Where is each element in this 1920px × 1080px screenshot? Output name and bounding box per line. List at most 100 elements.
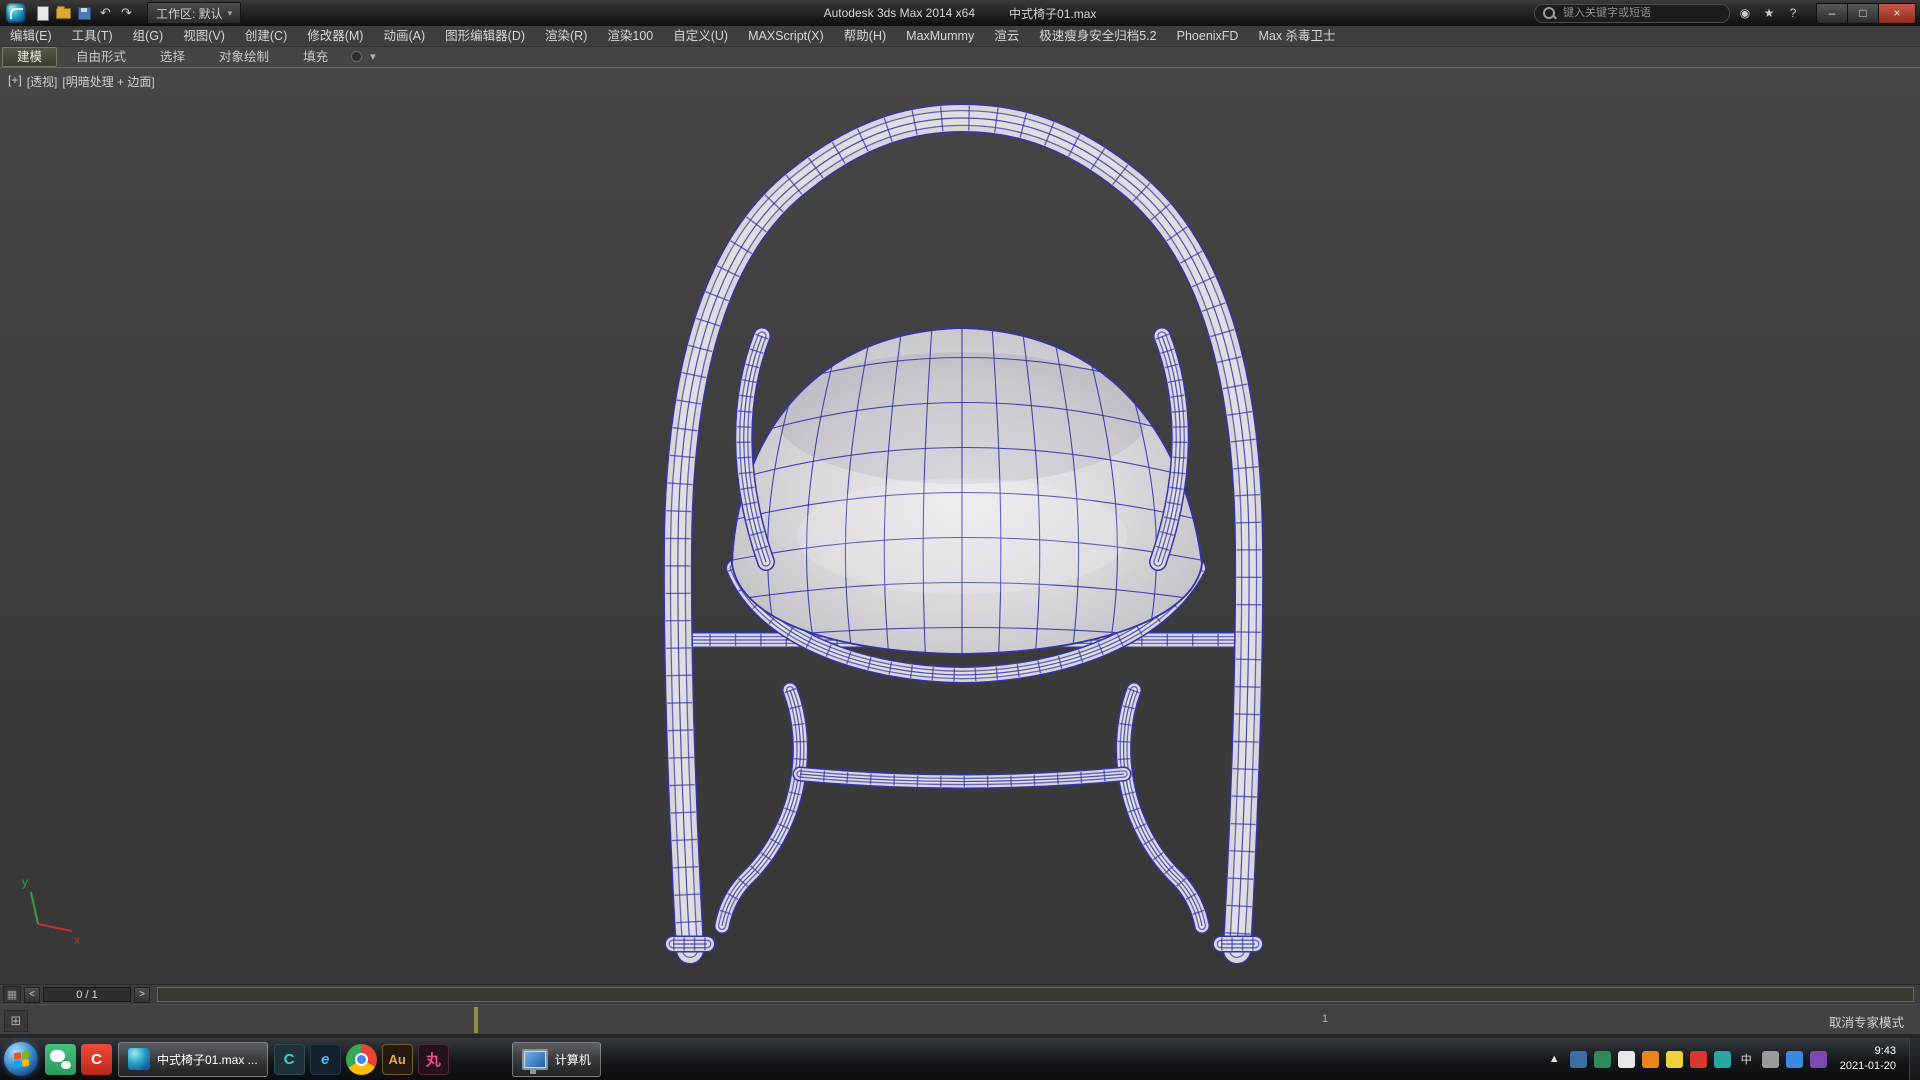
tray-overflow-icon[interactable]: ▲ bbox=[1546, 1051, 1563, 1068]
time-slider-row: ▦ < 0 / 1 > bbox=[0, 984, 1920, 1004]
title-bar: ↶ ↷ 工作区: 默认 ▾ Autodesk 3ds Max 2014 x64 … bbox=[0, 0, 1920, 26]
svg-text:x: x bbox=[74, 933, 80, 947]
audition-icon[interactable]: Au bbox=[382, 1044, 413, 1075]
search-icon bbox=[1543, 7, 1555, 19]
tray-icon[interactable] bbox=[1762, 1051, 1779, 1068]
viewport-menu-shading[interactable]: [明暗处理 + 边面] bbox=[62, 73, 154, 90]
clock-date: 2021-01-20 bbox=[1840, 1059, 1896, 1074]
time-slider-track[interactable] bbox=[157, 987, 1914, 1002]
viewport-menu-general[interactable]: [+] bbox=[8, 73, 22, 90]
search-input[interactable] bbox=[1561, 6, 1695, 20]
windows-flag-icon bbox=[14, 1050, 29, 1067]
tray-icon[interactable] bbox=[1690, 1051, 1707, 1068]
app-logo-icon[interactable] bbox=[6, 3, 26, 23]
tray-icon[interactable] bbox=[1786, 1051, 1803, 1068]
previous-frame-button[interactable]: < bbox=[24, 987, 40, 1003]
show-desktop-button[interactable] bbox=[1909, 1038, 1920, 1080]
internet-explorer-icon[interactable]: e bbox=[310, 1044, 341, 1075]
menu-edit[interactable]: 编辑(E) bbox=[0, 26, 62, 46]
ribbon-tab-bar: 建模 自由形式 选择 对象绘制 填充 ▾ bbox=[0, 46, 1920, 68]
wechat-icon[interactable] bbox=[45, 1044, 76, 1075]
ime-language-icon[interactable]: 中 bbox=[1738, 1051, 1755, 1068]
tray-icon[interactable] bbox=[1618, 1051, 1635, 1068]
track-bar[interactable]: ⊞ 1 取消专家模式 bbox=[0, 1004, 1920, 1035]
taskbar-computer-label: 计算机 bbox=[555, 1051, 591, 1068]
favorites-star-icon[interactable]: ★ bbox=[1760, 4, 1778, 22]
taskbar-clock[interactable]: 9:43 2021-01-20 bbox=[1840, 1044, 1896, 1075]
menu-help[interactable]: 帮助(H) bbox=[834, 26, 896, 46]
frame-indicator[interactable]: 0 / 1 bbox=[43, 987, 131, 1002]
menu-renderyun[interactable]: 渲云 bbox=[984, 26, 1029, 46]
world-axis-gizmo: xy bbox=[22, 875, 80, 947]
menu-tools[interactable]: 工具(T) bbox=[62, 26, 123, 46]
menu-views[interactable]: 视图(V) bbox=[173, 26, 235, 46]
document-title: 中式椅子01.max bbox=[1009, 5, 1096, 22]
menu-maxmummy[interactable]: MaxMummy bbox=[896, 26, 984, 46]
infocenter-search[interactable] bbox=[1534, 4, 1730, 23]
track-bar-marker[interactable] bbox=[474, 1007, 478, 1033]
taskbar-3dsmax-button[interactable]: 中式椅子01.max ... bbox=[118, 1042, 268, 1077]
menu-archive[interactable]: 极速瘦身安全归档5.2 bbox=[1029, 26, 1166, 46]
taskbar-computer-button[interactable]: 计算机 bbox=[512, 1042, 601, 1077]
close-button[interactable]: × bbox=[1879, 3, 1916, 24]
next-frame-button[interactable]: > bbox=[134, 987, 150, 1003]
menu-customize[interactable]: 自定义(U) bbox=[663, 26, 738, 46]
tab-object-paint[interactable]: 对象绘制 bbox=[204, 47, 284, 67]
start-button[interactable] bbox=[4, 1042, 38, 1076]
chevron-down-icon: ▾ bbox=[228, 8, 233, 19]
menu-graph-editors[interactable]: 图形编辑器(D) bbox=[435, 26, 535, 46]
tab-freeform[interactable]: 自由形式 bbox=[61, 47, 141, 67]
window-controls: – □ × bbox=[1816, 3, 1916, 24]
menu-maxscript[interactable]: MAXScript(X) bbox=[738, 26, 834, 46]
chevron-down-icon[interactable]: ▾ bbox=[370, 50, 376, 63]
svg-text:y: y bbox=[22, 875, 28, 889]
tray-icon[interactable] bbox=[1570, 1051, 1587, 1068]
menu-create[interactable]: 创建(C) bbox=[235, 26, 297, 46]
help-icon[interactable]: ? bbox=[1784, 4, 1802, 22]
workspace-dropdown[interactable]: 工作区: 默认 ▾ bbox=[147, 2, 241, 24]
computer-icon bbox=[522, 1049, 548, 1070]
isolate-toggle-icon[interactable]: ⊞ bbox=[4, 1010, 28, 1032]
wan-app-icon[interactable]: 丸 bbox=[418, 1044, 449, 1075]
maximize-button[interactable]: □ bbox=[1848, 3, 1879, 24]
menu-bar: 编辑(E) 工具(T) 组(G) 视图(V) 创建(C) 修改器(M) 动画(A… bbox=[0, 26, 1920, 47]
viewport-menu-pov[interactable]: [透视] bbox=[27, 73, 58, 90]
menu-antivirus[interactable]: Max 杀毒卫士 bbox=[1248, 26, 1345, 46]
teal-app-icon[interactable]: C bbox=[274, 1044, 305, 1075]
tab-modeling[interactable]: 建模 bbox=[2, 47, 57, 67]
perspective-viewport[interactable]: [+] [透视] [明暗处理 + 边面] xy bbox=[0, 68, 1920, 984]
community-icon[interactable]: ◉ bbox=[1736, 4, 1754, 22]
chair-wireframe-model[interactable]: xy bbox=[0, 68, 1920, 984]
windows-taskbar: C 中式椅子01.max ... C e Au 丸 计算机 ▲ 中 9:43 2… bbox=[0, 1038, 1920, 1080]
taskbar-3dsmax-label: 中式椅子01.max ... bbox=[157, 1051, 258, 1068]
undo-icon[interactable]: ↶ bbox=[97, 5, 114, 21]
menu-group[interactable]: 组(G) bbox=[123, 26, 174, 46]
redo-icon[interactable]: ↷ bbox=[118, 5, 135, 21]
chrome-icon[interactable] bbox=[346, 1044, 377, 1075]
tray-icon[interactable] bbox=[1642, 1051, 1659, 1068]
track-bar-tick-label: 1 bbox=[1322, 1013, 1328, 1025]
menu-animation[interactable]: 动画(A) bbox=[373, 26, 435, 46]
grid-toggle-icon[interactable]: ▦ bbox=[3, 986, 21, 1003]
tray-icon[interactable] bbox=[1810, 1051, 1827, 1068]
save-icon[interactable] bbox=[76, 5, 93, 21]
workspace-label: 工作区: 默认 bbox=[156, 5, 223, 22]
menu-rendering[interactable]: 渲染(R) bbox=[535, 26, 597, 46]
open-file-icon[interactable] bbox=[55, 5, 72, 21]
tab-populate[interactable]: 填充 bbox=[288, 47, 343, 67]
ribbon-toggle-icon[interactable] bbox=[351, 51, 362, 62]
red-app-icon[interactable]: C bbox=[81, 1044, 112, 1075]
tray-icon[interactable] bbox=[1666, 1051, 1683, 1068]
tray-icon[interactable] bbox=[1714, 1051, 1731, 1068]
menu-render100[interactable]: 渲染100 bbox=[597, 26, 663, 46]
app-title: Autodesk 3ds Max 2014 x64 bbox=[824, 6, 975, 20]
clock-time: 9:43 bbox=[1840, 1044, 1896, 1059]
new-file-icon[interactable] bbox=[34, 5, 51, 21]
minimize-button[interactable]: – bbox=[1816, 3, 1848, 24]
menu-phoenixfd[interactable]: PhoenixFD bbox=[1167, 26, 1249, 46]
cancel-expert-mode-button[interactable]: 取消专家模式 bbox=[1829, 1012, 1904, 1031]
menu-modifiers[interactable]: 修改器(M) bbox=[297, 26, 373, 46]
tray-icon[interactable] bbox=[1594, 1051, 1611, 1068]
3dsmax-icon bbox=[128, 1048, 150, 1070]
tab-selection[interactable]: 选择 bbox=[145, 47, 200, 67]
